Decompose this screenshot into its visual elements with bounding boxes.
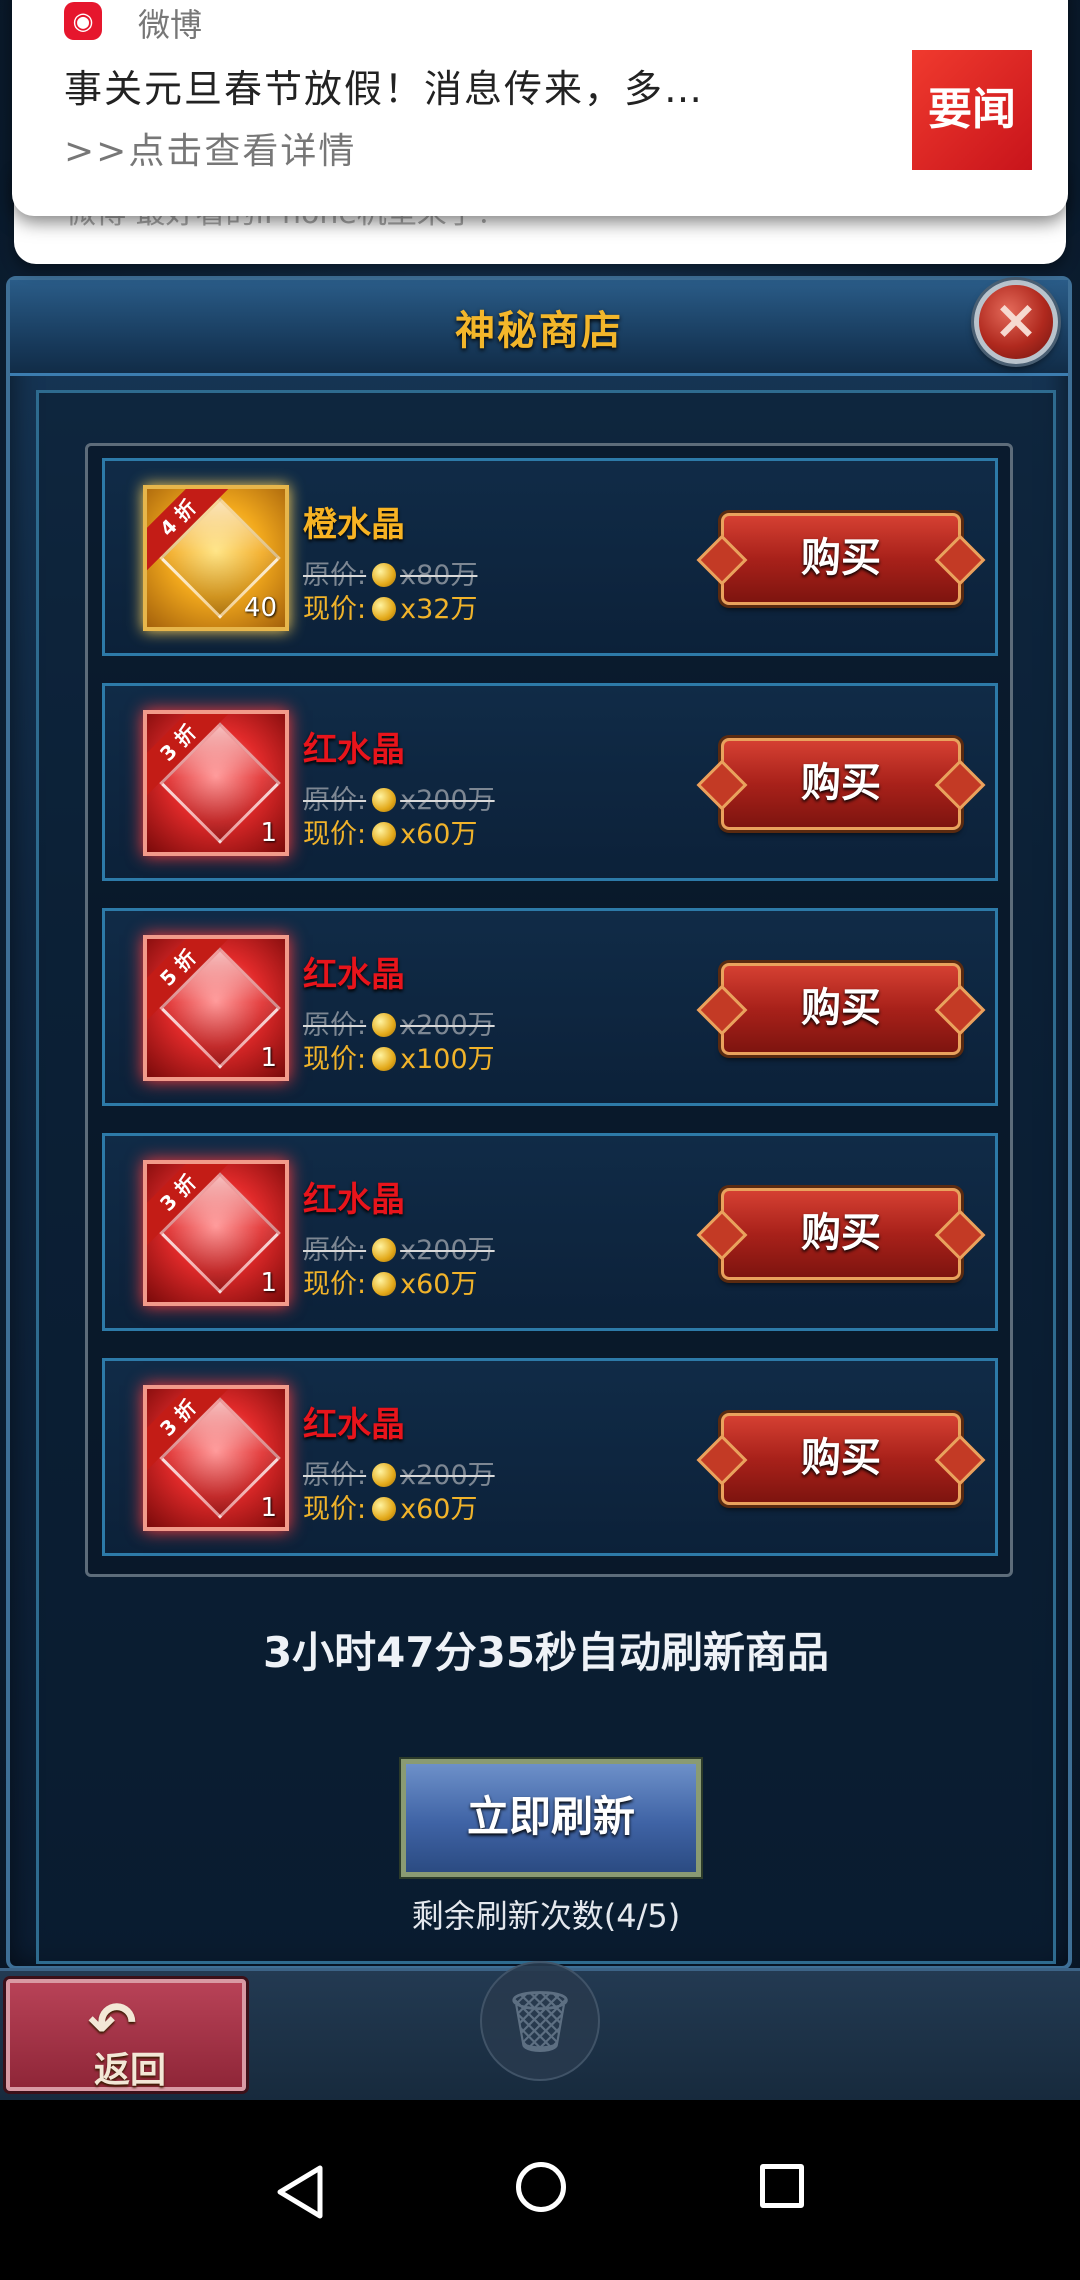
coin-icon <box>372 563 397 587</box>
buy-button[interactable]: 购买 <box>721 1188 961 1280</box>
remaining-refresh-count: 剩余刷新次数(4/5) <box>411 1897 681 1935</box>
notification-title: 事关元旦春节放假！消息传来，多… <box>64 67 705 111</box>
coin-icon <box>372 1272 397 1296</box>
back-button[interactable]: ↶ 返回 <box>6 1979 246 2091</box>
current-price: 现价: x60万 <box>303 1487 477 1526</box>
notification-subtitle: >>点击查看详情 <box>64 131 357 172</box>
item-count: 40 <box>243 593 277 623</box>
current-price-value: x60万 <box>400 1494 478 1525</box>
weibo-app-icon: ◉ <box>64 2 102 40</box>
nav-recents-icon[interactable] <box>760 2164 804 2208</box>
shop-item: 5 折 1 红水晶 原价: x200万 现价: x100万 购买 <box>102 908 998 1106</box>
bottom-bar: ↶ 返回 🗑 <box>0 1961 1080 2100</box>
current-price: 现价: x100万 <box>303 1037 495 1076</box>
coin-icon <box>372 1238 397 1262</box>
coin-icon <box>372 1013 397 1037</box>
current-price-value: x60万 <box>400 1269 478 1300</box>
current-price-value: x100万 <box>400 1044 495 1075</box>
current-price-label: 现价: <box>303 1494 367 1525</box>
item-count: 1 <box>260 1268 277 1298</box>
nav-back-icon[interactable] <box>272 2162 328 2222</box>
shop-item: 3 折 1 红水晶 原价: x200万 现价: x60万 购买 <box>102 1133 998 1331</box>
current-price-label: 现价: <box>303 819 367 850</box>
item-count: 1 <box>260 818 277 848</box>
system-navigation-bar <box>0 2100 1080 2280</box>
orange-crystal-icon: 4 折 40 <box>143 485 289 631</box>
coin-icon <box>372 788 397 812</box>
buy-button[interactable]: 购买 <box>721 963 961 1055</box>
buy-button[interactable]: 购买 <box>721 1413 961 1505</box>
current-price-label: 现价: <box>303 594 367 625</box>
close-icon: × <box>993 288 1039 351</box>
close-button[interactable]: × <box>974 280 1058 364</box>
shop-title: 神秘商店 <box>455 308 623 354</box>
buy-button[interactable]: 购买 <box>721 738 961 830</box>
current-price: 现价: x32万 <box>303 587 477 626</box>
item-count: 1 <box>260 1043 277 1073</box>
red-crystal-icon: 3 折 1 <box>143 1160 289 1306</box>
mystery-shop-window: 神秘商店 × 4 折 40 橙水晶 原价: x80万 现价: x32万 购买 3… <box>6 276 1072 1970</box>
coin-icon <box>372 1497 397 1521</box>
red-crystal-icon: 5 折 1 <box>143 935 289 1081</box>
shop-item: 3 折 1 红水晶 原价: x200万 现价: x60万 购买 <box>102 1358 998 1556</box>
item-name: 红水晶 <box>303 1180 405 1220</box>
red-crystal-icon: 3 折 1 <box>143 1385 289 1531</box>
current-price-value: x60万 <box>400 819 478 850</box>
item-name: 红水晶 <box>303 730 405 770</box>
weibo-notification[interactable]: ◉ 微博 事关元旦春节放假！消息传来，多… >>点击查看详情 要闻 <box>12 0 1068 216</box>
shop-item: 4 折 40 橙水晶 原价: x80万 现价: x32万 购买 <box>102 458 998 656</box>
coin-icon <box>372 1463 397 1487</box>
coin-icon <box>372 1047 397 1071</box>
current-price-value: x32万 <box>400 594 478 625</box>
title-bar: 神秘商店 × <box>10 280 1068 376</box>
current-price: 现价: x60万 <box>303 812 477 851</box>
buy-button[interactable]: 购买 <box>721 513 961 605</box>
shop-content: 4 折 40 橙水晶 原价: x80万 现价: x32万 购买 3 折 1 红水晶 <box>36 390 1056 1964</box>
item-name: 红水晶 <box>303 1405 405 1445</box>
item-name: 橙水晶 <box>303 505 405 545</box>
trash-button[interactable]: 🗑 <box>480 1961 600 2081</box>
notification-thumbnail: 要闻 <box>912 50 1032 170</box>
current-price-label: 现价: <box>303 1269 367 1300</box>
coin-icon <box>372 597 397 621</box>
current-price: 现价: x60万 <box>303 1262 477 1301</box>
shop-item: 3 折 1 红水晶 原价: x200万 现价: x60万 购买 <box>102 683 998 881</box>
item-list: 4 折 40 橙水晶 原价: x80万 现价: x32万 购买 3 折 1 红水晶 <box>85 443 1013 1577</box>
nav-home-icon[interactable] <box>516 2162 566 2212</box>
back-label: 返回 <box>94 2050 167 2091</box>
notification-app-name: 微博 <box>138 6 203 44</box>
coin-icon <box>372 822 397 846</box>
item-count: 1 <box>260 1493 277 1523</box>
red-crystal-icon: 3 折 1 <box>143 710 289 856</box>
item-name: 红水晶 <box>303 955 405 995</box>
refresh-now-button[interactable]: 立即刷新 <box>401 1759 701 1877</box>
game-screen: 神秘商店 × 4 折 40 橙水晶 原价: x80万 现价: x32万 购买 3… <box>0 0 1080 2100</box>
current-price-label: 现价: <box>303 1044 367 1075</box>
refresh-timer: 3小时47分35秒自动刷新商品 <box>262 1628 830 1677</box>
trash-icon: 🗑 <box>501 1987 579 2057</box>
